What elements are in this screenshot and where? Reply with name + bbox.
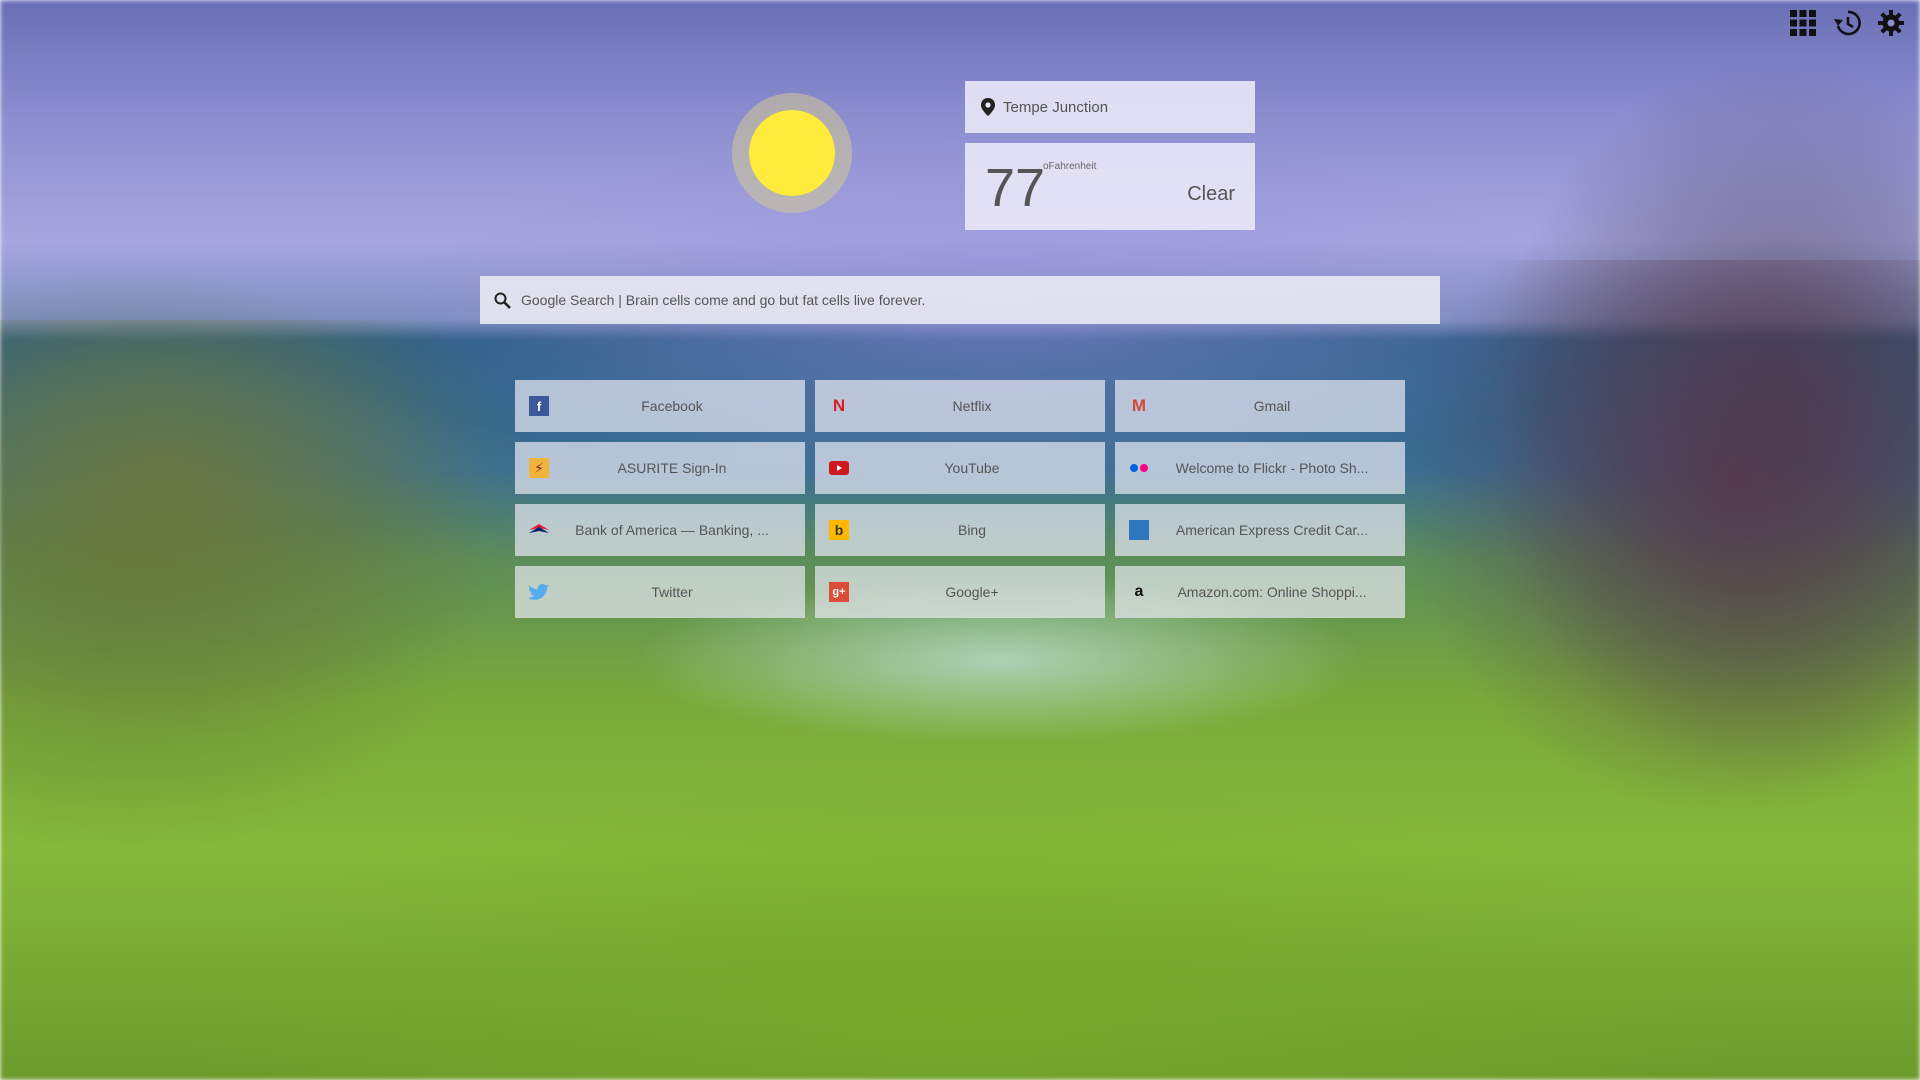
tile-label: Gmail (1253, 398, 1291, 414)
american-express-icon (1129, 520, 1149, 540)
tile-label: Google+ (945, 584, 999, 600)
flickr-icon (1129, 458, 1149, 478)
tile-facebook[interactable]: f Facebook (515, 380, 805, 432)
apps-grid-button[interactable] (1788, 8, 1818, 38)
top-toolbar (1788, 8, 1906, 38)
tile-youtube[interactable]: YouTube (815, 442, 1105, 494)
tile-label: Netflix (952, 398, 992, 414)
asurite-icon: ⚡ (529, 458, 549, 478)
tile-label: Twitter (651, 584, 693, 600)
apps-grid-icon (1790, 10, 1816, 36)
search-input[interactable]: Google Search | Brain cells come and go … (480, 276, 1440, 324)
tile-bing[interactable]: b Bing (815, 504, 1105, 556)
search-text: Google Search | Brain cells come and go … (521, 292, 926, 308)
tile-label: Bing (957, 522, 987, 538)
tile-label: ASURITE Sign-In (617, 460, 727, 476)
temperature-value: 77 (985, 158, 1046, 218)
tile-gmail[interactable]: M Gmail (1115, 380, 1405, 432)
tile-asurite[interactable]: ⚡ ASURITE Sign-In (515, 442, 805, 494)
tile-bank-of-america[interactable]: Bank of America — Banking, ... (515, 504, 805, 556)
location-text: Tempe Junction (1003, 98, 1109, 116)
tile-label: Facebook (641, 398, 703, 414)
settings-button[interactable] (1876, 8, 1906, 38)
bank-of-america-icon (529, 520, 549, 540)
sun-core (749, 110, 835, 196)
background-hill-left (0, 320, 540, 740)
tile-netflix[interactable]: N Netflix (815, 380, 1105, 432)
tile-twitter[interactable]: Twitter (515, 566, 805, 618)
tile-label: Amazon.com: Online Shoppi... (1177, 584, 1367, 600)
gmail-icon: M (1131, 396, 1147, 415)
facebook-icon: f (529, 396, 549, 416)
amazon-icon: a (1134, 583, 1144, 600)
weather-panel: 77 oFahrenheit Clear (965, 143, 1255, 230)
sun-icon (732, 93, 852, 213)
history-icon (1834, 10, 1861, 36)
tile-amazon[interactable]: a Amazon.com: Online Shoppi... (1115, 566, 1405, 618)
netflix-icon: N (832, 396, 846, 415)
tile-label: YouTube (944, 460, 1000, 476)
location-field[interactable]: Tempe Junction (965, 81, 1255, 133)
search-icon (494, 292, 511, 309)
tile-american-express[interactable]: American Express Credit Car... (1115, 504, 1405, 556)
tile-label: American Express Credit Car... (1175, 522, 1369, 538)
tile-label: Bank of America — Banking, ... (575, 522, 769, 538)
youtube-icon (829, 458, 849, 478)
speed-dial-grid: f Facebook N Netflix M Gmail ⚡ ASURITE S… (515, 380, 1405, 618)
weather-condition: Clear (1187, 183, 1235, 205)
background-hill-right (1400, 260, 1920, 820)
location-pin-icon (981, 98, 995, 116)
temperature-unit: oFahrenheit (1043, 161, 1097, 172)
tile-label: Welcome to Flickr - Photo Sh... (1175, 460, 1369, 476)
google-plus-icon: g+ (829, 582, 849, 602)
twitter-icon (529, 582, 549, 602)
tile-flickr[interactable]: Welcome to Flickr - Photo Sh... (1115, 442, 1405, 494)
history-button[interactable] (1832, 8, 1862, 38)
tile-google-plus[interactable]: g+ Google+ (815, 566, 1105, 618)
bing-icon: b (829, 520, 849, 540)
settings-gear-icon (1878, 10, 1904, 36)
